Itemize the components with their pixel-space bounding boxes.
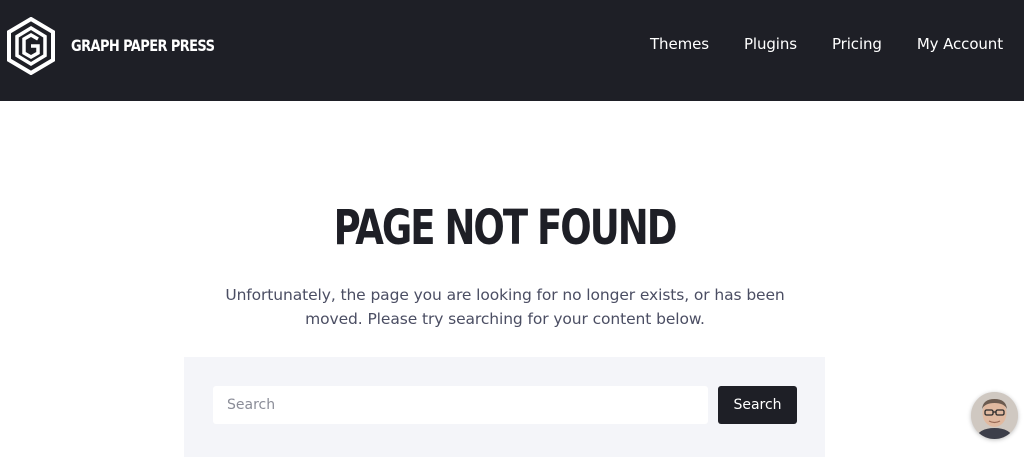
not-found-message: Unfortunately, the page you are looking … <box>225 286 785 328</box>
hexagon-g-logo-icon <box>6 17 56 75</box>
nav-item-plugins[interactable]: Plugins <box>744 35 797 53</box>
nav-item-pricing[interactable]: Pricing <box>832 35 882 53</box>
search-panel: Search <box>184 357 825 457</box>
brand-name: GRAPH PAPER PRESS <box>71 36 215 56</box>
search-button[interactable]: Search <box>718 386 797 424</box>
nav-item-my-account[interactable]: My Account <box>917 35 1003 53</box>
site-logo[interactable]: GRAPH PAPER PRESS <box>6 17 215 75</box>
search-input[interactable] <box>213 386 708 424</box>
chat-widget-avatar[interactable] <box>971 392 1018 439</box>
main-nav: Themes Plugins Pricing My Account <box>650 35 1003 53</box>
page-title: PAGE NOT FOUND <box>333 200 678 256</box>
support-avatar-icon <box>971 392 1018 439</box>
site-header: GRAPH PAPER PRESS Themes Plugins Pricing… <box>0 0 1024 101</box>
nav-item-themes[interactable]: Themes <box>650 35 709 53</box>
